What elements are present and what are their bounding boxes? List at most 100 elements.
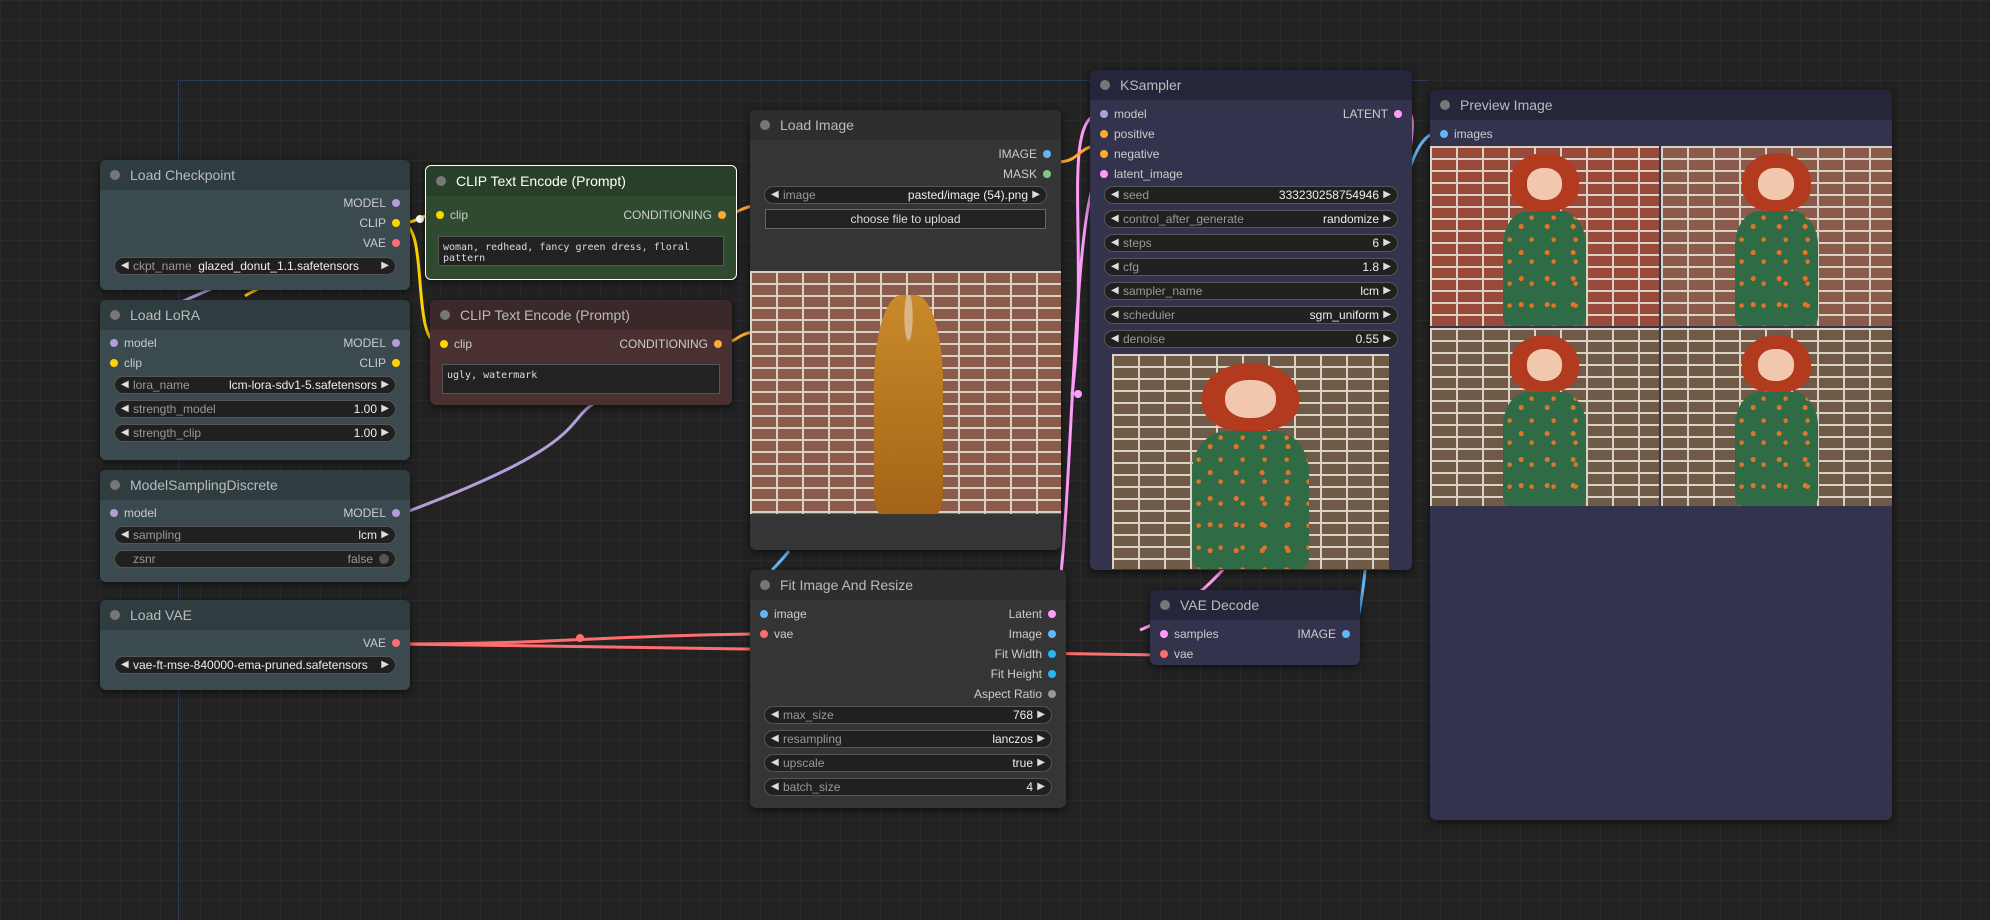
output-aspect-ratio[interactable]: Aspect Ratio <box>974 685 1056 703</box>
input-vae[interactable]: vae <box>760 625 793 643</box>
arrow-left-icon[interactable]: ◀ <box>1111 187 1119 203</box>
arrow-right-icon[interactable]: ▶ <box>381 527 389 543</box>
sampling-combo[interactable]: ◀ sampling lcm ▶ <box>114 526 396 544</box>
node-title[interactable]: Load Checkpoint <box>100 160 410 190</box>
slot-dot[interactable] <box>1043 150 1051 158</box>
denoise-number[interactable]: ◀ denoise 0.55 ▶ <box>1104 330 1398 348</box>
arrow-left-icon[interactable]: ◀ <box>121 258 129 274</box>
arrow-left-icon[interactable]: ◀ <box>771 755 779 771</box>
input-model[interactable]: model <box>110 334 157 352</box>
output-image[interactable]: IMAGE <box>1297 625 1350 643</box>
slot-dot[interactable] <box>1048 690 1056 698</box>
arrow-right-icon[interactable]: ▶ <box>1383 187 1391 203</box>
node-clip-text-encode-positive[interactable]: CLIP Text Encode (Prompt) clip CONDITION… <box>425 165 737 280</box>
batch-size-number[interactable]: ◀ batch_size 4 ▶ <box>764 778 1052 796</box>
arrow-right-icon[interactable]: ▶ <box>1383 211 1391 227</box>
node-title[interactable]: Load Image <box>750 110 1061 140</box>
strength-clip-number[interactable]: ◀ strength_clip 1.00 ▶ <box>114 424 396 442</box>
input-model[interactable]: model <box>1100 105 1147 123</box>
arrow-left-icon[interactable]: ◀ <box>121 425 129 441</box>
output-image[interactable]: IMAGE <box>998 145 1051 163</box>
vae-name-combo[interactable]: ◀ vae-ft-mse-840000-ema-pruned.safetenso… <box>114 656 396 674</box>
slot-dot[interactable] <box>1048 670 1056 678</box>
output-clip[interactable]: CLIP <box>359 214 400 232</box>
arrow-right-icon[interactable]: ▶ <box>1037 755 1045 771</box>
arrow-right-icon[interactable]: ▶ <box>381 425 389 441</box>
arrow-right-icon[interactable]: ▶ <box>1383 283 1391 299</box>
arrow-left-icon[interactable]: ◀ <box>1111 235 1119 251</box>
slot-dot[interactable] <box>392 639 400 647</box>
node-title[interactable]: CLIP Text Encode (Prompt) <box>426 166 736 196</box>
input-model[interactable]: model <box>110 504 157 522</box>
upscale-combo[interactable]: ◀ upscale true ▶ <box>764 754 1052 772</box>
slot-dot[interactable] <box>760 610 768 618</box>
arrow-left-icon[interactable]: ◀ <box>1111 259 1119 275</box>
slot-dot[interactable] <box>718 211 726 219</box>
slot-dot[interactable] <box>1394 110 1402 118</box>
slot-dot[interactable] <box>1048 610 1056 618</box>
arrow-right-icon[interactable]: ▶ <box>1037 707 1045 723</box>
output-fit-height[interactable]: Fit Height <box>991 665 1056 683</box>
arrow-right-icon[interactable]: ▶ <box>1037 731 1045 747</box>
arrow-right-icon[interactable]: ▶ <box>381 657 389 673</box>
node-title[interactable]: VAE Decode <box>1150 590 1360 620</box>
arrow-left-icon[interactable]: ◀ <box>121 657 129 673</box>
arrow-right-icon[interactable]: ▶ <box>1383 235 1391 251</box>
arrow-left-icon[interactable]: ◀ <box>121 401 129 417</box>
control-after-generate-combo[interactable]: ◀ control_after_generate randomize ▶ <box>1104 210 1398 228</box>
preview-grid-image-2[interactable] <box>1661 146 1892 326</box>
slot-dot[interactable] <box>440 340 448 348</box>
prompt-textarea[interactable]: ugly, watermark <box>442 364 720 394</box>
node-title[interactable]: Fit Image And Resize <box>750 570 1066 600</box>
strength-model-number[interactable]: ◀ strength_model 1.00 ▶ <box>114 400 396 418</box>
input-clip[interactable]: clip <box>440 335 472 353</box>
scheduler-combo[interactable]: ◀ scheduler sgm_uniform ▶ <box>1104 306 1398 324</box>
slot-dot[interactable] <box>714 340 722 348</box>
arrow-right-icon[interactable]: ▶ <box>1383 307 1391 323</box>
preview-grid-image-4[interactable] <box>1661 328 1892 506</box>
image-combo[interactable]: ◀ image pasted/image (54).png ▶ <box>764 186 1047 204</box>
arrow-left-icon[interactable]: ◀ <box>771 187 779 203</box>
output-clip[interactable]: CLIP <box>359 354 400 372</box>
prompt-textarea[interactable]: woman, redhead, fancy green dress, flora… <box>438 236 724 266</box>
node-title[interactable]: CLIP Text Encode (Prompt) <box>430 300 732 330</box>
cfg-number[interactable]: ◀ cfg 1.8 ▶ <box>1104 258 1398 276</box>
slot-dot[interactable] <box>1440 130 1448 138</box>
node-title[interactable]: KSampler <box>1090 70 1412 100</box>
arrow-left-icon[interactable]: ◀ <box>1111 283 1119 299</box>
zsnr-toggle[interactable]: zsnr false <box>114 550 396 568</box>
slot-dot[interactable] <box>1100 130 1108 138</box>
slot-dot[interactable] <box>110 509 118 517</box>
node-load-lora[interactable]: Load LoRA model clip MODEL CLIP ◀ lora_n… <box>100 300 410 460</box>
arrow-right-icon[interactable]: ▶ <box>381 377 389 393</box>
node-title[interactable]: Load LoRA <box>100 300 410 330</box>
seed-number[interactable]: ◀ seed 333230258754946 ▶ <box>1104 186 1398 204</box>
node-preview-image[interactable]: Preview Image images <box>1430 90 1892 820</box>
input-clip[interactable]: clip <box>436 206 468 224</box>
arrow-right-icon[interactable]: ▶ <box>381 258 389 274</box>
slot-dot[interactable] <box>392 219 400 227</box>
node-model-sampling-discrete[interactable]: ModelSamplingDiscrete model MODEL ◀ samp… <box>100 470 410 582</box>
arrow-left-icon[interactable]: ◀ <box>1111 307 1119 323</box>
output-vae[interactable]: VAE <box>363 234 400 252</box>
input-samples[interactable]: samples <box>1160 625 1219 643</box>
node-title[interactable]: Load VAE <box>100 600 410 630</box>
lora-name-combo[interactable]: ◀ lora_name lcm-lora-sdv1-5.safetensors … <box>114 376 396 394</box>
slot-dot[interactable] <box>1048 650 1056 658</box>
arrow-right-icon[interactable]: ▶ <box>1032 187 1040 203</box>
steps-number[interactable]: ◀ steps 6 ▶ <box>1104 234 1398 252</box>
slot-dot[interactable] <box>392 509 400 517</box>
max-size-number[interactable]: ◀ max_size 768 ▶ <box>764 706 1052 724</box>
node-title[interactable]: ModelSamplingDiscrete <box>100 470 410 500</box>
input-positive[interactable]: positive <box>1100 125 1155 143</box>
output-latent[interactable]: Latent <box>1009 605 1056 623</box>
output-fit-width[interactable]: Fit Width <box>995 645 1056 663</box>
node-load-checkpoint[interactable]: Load Checkpoint MODEL CLIP VAE ◀ ckpt_na… <box>100 160 410 290</box>
input-vae[interactable]: vae <box>1160 645 1193 663</box>
node-load-image[interactable]: Load Image IMAGE MASK ◀ image pasted/ima… <box>750 110 1061 550</box>
arrow-left-icon[interactable]: ◀ <box>121 527 129 543</box>
arrow-right-icon[interactable]: ▶ <box>1383 259 1391 275</box>
input-images[interactable]: images <box>1440 125 1493 143</box>
toggle-knob-icon[interactable] <box>379 554 389 564</box>
input-clip[interactable]: clip <box>110 354 142 372</box>
